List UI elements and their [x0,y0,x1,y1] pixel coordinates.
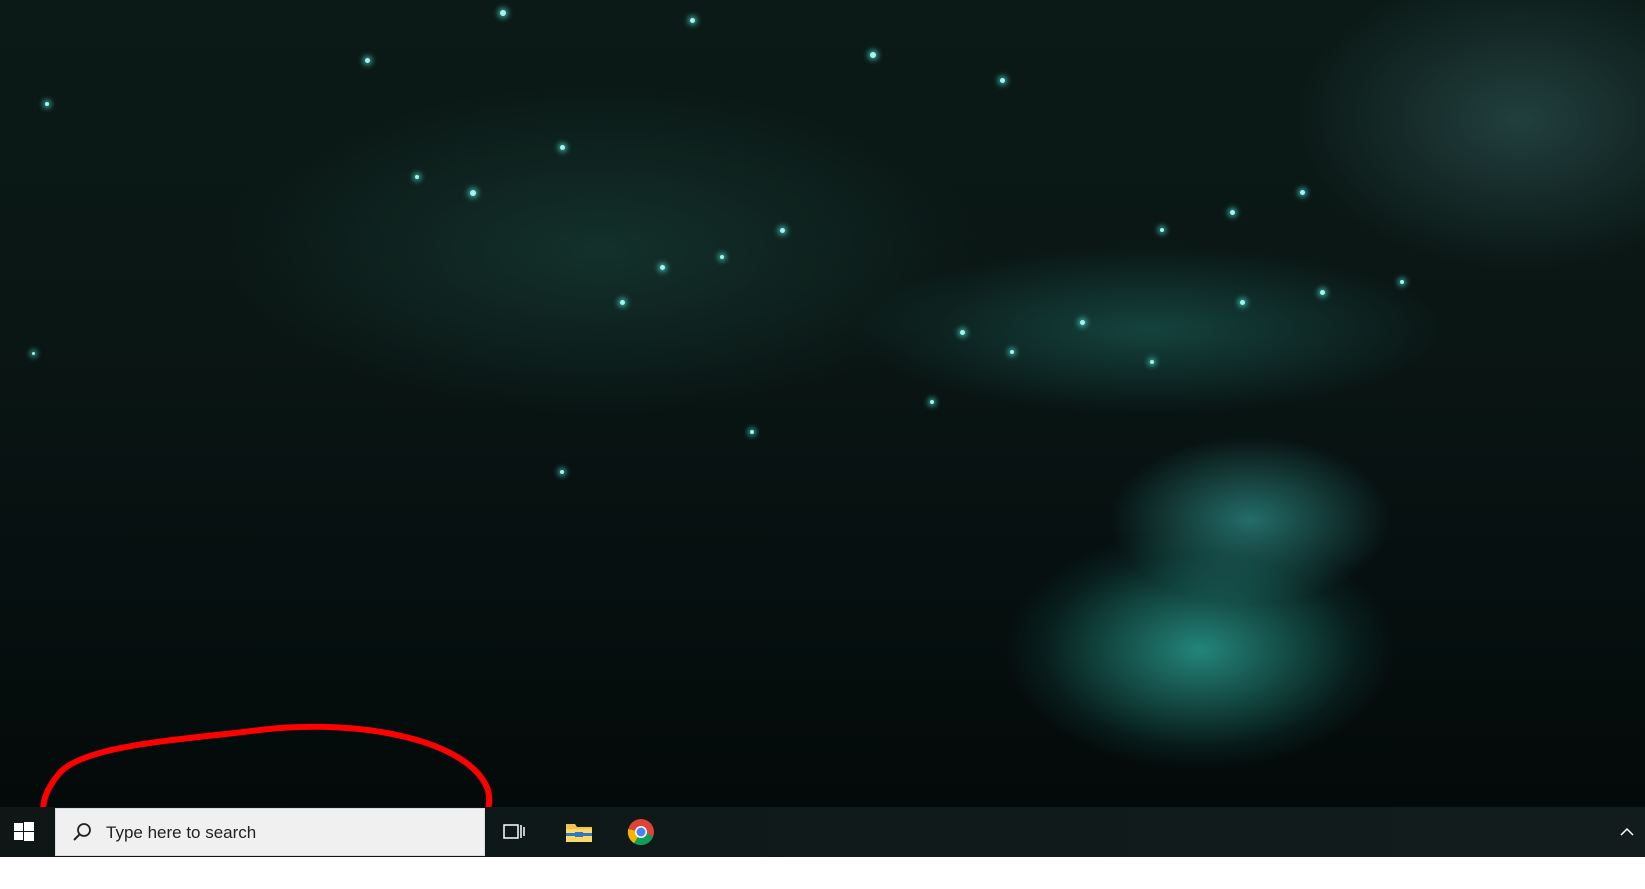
glow-dot [1150,360,1154,364]
chrome-icon [627,819,654,846]
glow-dot [45,102,49,106]
below-taskbar-area [0,857,1645,889]
show-hidden-icons-button[interactable] [1613,807,1641,857]
search-box[interactable]: Type here to search [55,808,485,856]
glow-dot [930,400,934,404]
task-view-icon [503,824,525,839]
glow-dot [720,255,724,259]
file-explorer-icon [566,824,592,842]
start-button[interactable] [0,807,48,857]
file-explorer-button[interactable] [555,807,603,857]
search-placeholder: Type here to search [106,823,257,842]
glow-dot [1230,210,1235,215]
search-icon [73,823,91,841]
glow-dot [1240,300,1245,305]
glow-dot [32,352,35,355]
glow-dot [560,145,565,150]
desktop-wallpaper [0,0,1645,807]
glow-dot [750,430,754,434]
windows-start-icon [14,822,34,841]
glow-dot [1010,350,1014,354]
glow-dot [560,470,564,474]
glow-dot [365,58,370,63]
glow-dot [690,18,695,23]
glow-dot [1080,320,1085,325]
glow-dot [780,228,785,233]
glow-dot [1400,280,1404,284]
glow-dot [960,330,965,335]
glow-dot [415,175,419,179]
glow-dot [470,190,476,196]
glow-dot [1160,228,1164,232]
task-view-button[interactable] [490,807,538,857]
chevron-up-icon [1620,827,1634,836]
taskbar: Type here to search [0,807,1645,857]
glow-dot [660,265,665,270]
glow-dot [500,10,506,16]
glow-dot [620,300,625,305]
glow-dot [1300,190,1305,195]
glow-dot [1000,78,1005,83]
glow-dot [1320,290,1325,295]
glow-dot [870,52,876,58]
chrome-button[interactable] [617,807,665,857]
